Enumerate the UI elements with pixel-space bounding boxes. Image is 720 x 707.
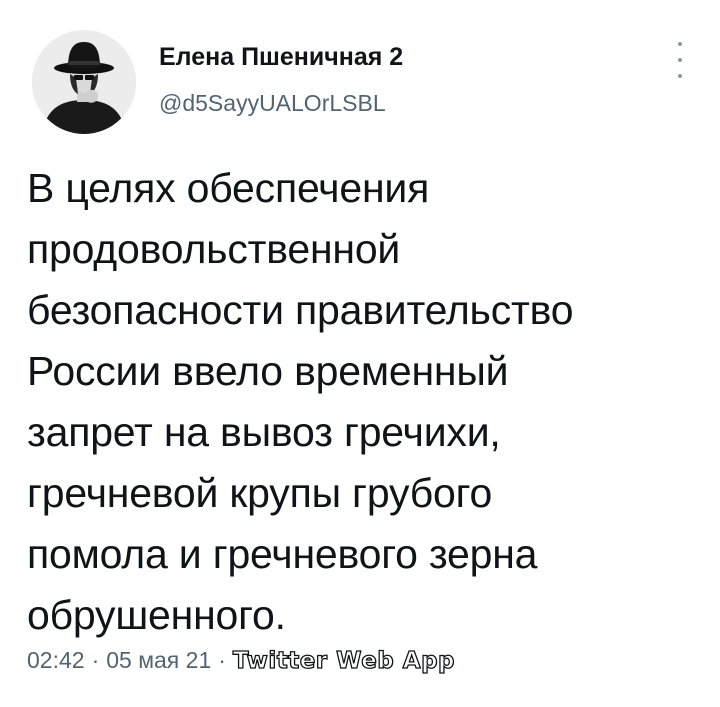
- tweet-time[interactable]: 02:42: [27, 647, 85, 674]
- meta-separator: ·: [91, 647, 100, 673]
- more-dot: [678, 42, 682, 46]
- author-handle[interactable]: @d5SayyUALOrLSBL: [159, 90, 386, 117]
- tweet-source-link[interactable]: Twitter Web App: [232, 647, 455, 674]
- tweet-date[interactable]: 05 мая 21: [106, 647, 211, 674]
- meta-separator: ·: [218, 647, 226, 673]
- author-display-name[interactable]: Елена Пшеничная 2: [159, 43, 403, 72]
- more-dot: [678, 58, 682, 62]
- tweet-card: Елена Пшеничная 2 @d5SayyUALOrLSBL В цел…: [0, 0, 720, 707]
- author-avatar[interactable]: [32, 30, 136, 134]
- more-vertical-icon[interactable]: [670, 42, 690, 78]
- tweet-text: В целях обеспечения продовольственной бе…: [27, 165, 574, 638]
- more-dot: [678, 74, 682, 78]
- tweet-meta: 02:42 · 05 мая 21 · Twitter Web App: [27, 647, 455, 675]
- avatar-image: [32, 30, 136, 134]
